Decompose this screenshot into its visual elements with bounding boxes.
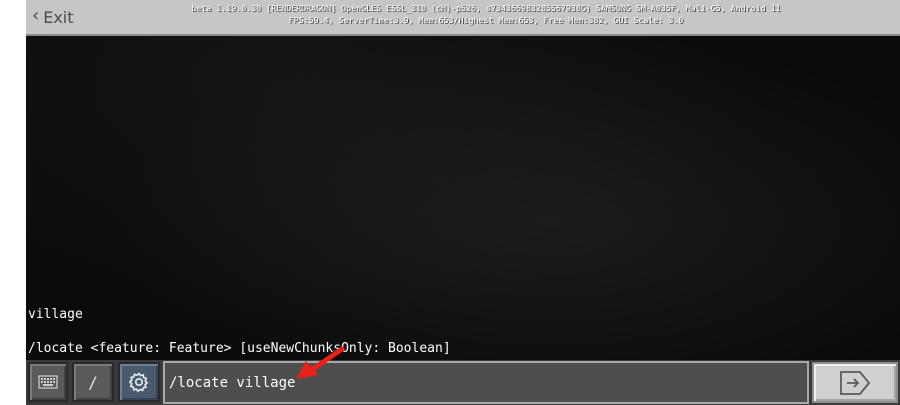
debug-line-1: beta 1.19.0.30 [RENDERDRAGON] OpenGLES E… <box>191 3 781 13</box>
minecraft-chat-screen: ‹ Exit beta 1.19.0.30 [RENDERDRAGON] Ope… <box>0 0 900 405</box>
keyboard-button[interactable] <box>28 362 68 402</box>
gear-icon <box>128 372 149 393</box>
exit-button[interactable]: ‹ Exit <box>32 5 74 29</box>
slash-command-button[interactable]: / <box>72 362 114 402</box>
chat-suggestion-line: village <box>28 307 83 322</box>
send-icon <box>840 370 871 395</box>
chat-settings-button[interactable] <box>118 362 160 402</box>
debug-info: beta 1.19.0.30 [RENDERDRAGON] OpenGLES E… <box>106 2 866 26</box>
send-button[interactable] <box>812 362 898 403</box>
chat-input-field[interactable]: /locate village <box>163 361 809 404</box>
slash-label: / <box>88 372 98 392</box>
chevron-left-icon: ‹ <box>32 5 40 26</box>
chat-input-value: /locate village <box>169 374 296 391</box>
keyboard-icon <box>38 375 58 389</box>
exit-label: Exit <box>43 7 74 27</box>
command-syntax-hint: /locate <feature: Feature> [useNewChunks… <box>28 341 451 356</box>
debug-line-2: FPS:59.4, ServerTime:3.9, Mem:653/Highes… <box>288 15 684 25</box>
top-bar: ‹ Exit beta 1.19.0.30 [RENDERDRAGON] Ope… <box>26 0 900 36</box>
